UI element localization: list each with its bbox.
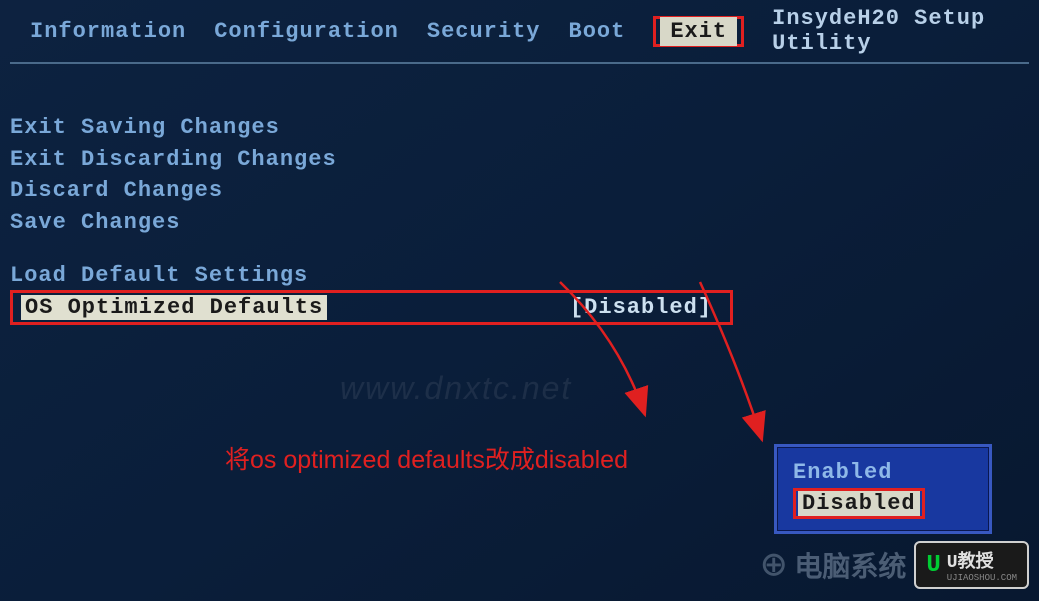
value-popup: Enabled Disabled bbox=[774, 444, 992, 534]
menu-information[interactable]: Information bbox=[30, 19, 186, 44]
content-panel: Exit Saving Changes Exit Discarding Chan… bbox=[0, 72, 1039, 335]
option-exit-discarding[interactable]: Exit Discarding Changes bbox=[10, 144, 1029, 176]
menu-bar: Information Configuration Security Boot … bbox=[0, 0, 1039, 62]
annotation-text: 将os optimized defaults改成disabled bbox=[225, 440, 628, 476]
option-load-defaults[interactable]: Load Default Settings bbox=[10, 260, 1029, 292]
annotation-highlight-exit: Exit bbox=[653, 16, 744, 47]
logo-circle-icon: ⊕ bbox=[761, 539, 786, 591]
menu-boot[interactable]: Boot bbox=[569, 19, 626, 44]
divider bbox=[10, 62, 1029, 64]
popup-option-disabled[interactable]: Disabled bbox=[798, 491, 920, 516]
option-save-changes[interactable]: Save Changes bbox=[10, 207, 1029, 239]
menu-exit[interactable]: Exit bbox=[660, 17, 737, 46]
annotation-highlight-disabled: Disabled bbox=[793, 488, 925, 519]
os-optimized-defaults-label[interactable]: OS Optimized Defaults bbox=[21, 295, 327, 320]
annotation-highlight-os-defaults: OS Optimized Defaults [Disabled] bbox=[10, 290, 733, 325]
logo-badge: U U教授 UJIAOSHOU.COM bbox=[914, 541, 1029, 589]
watermark: www.dnxtc.net bbox=[340, 370, 572, 407]
menu-configuration[interactable]: Configuration bbox=[214, 19, 399, 44]
logo-name: U教授 bbox=[947, 553, 994, 573]
logo-area: ⊕ 电脑系统 U U教授 UJIAOSHOU.COM bbox=[761, 539, 1029, 591]
os-optimized-defaults-value[interactable]: [Disabled] bbox=[570, 295, 712, 320]
menu-security[interactable]: Security bbox=[427, 19, 541, 44]
utility-title: InsydeH20 Setup Utility bbox=[772, 6, 1009, 56]
popup-option-enabled[interactable]: Enabled bbox=[793, 459, 973, 486]
logo-u-icon: U bbox=[926, 552, 940, 579]
option-exit-saving[interactable]: Exit Saving Changes bbox=[10, 112, 1029, 144]
logo-chinese-text: 电脑系统 bbox=[794, 545, 906, 585]
logo-url: UJIAOSHOU.COM bbox=[947, 573, 1017, 583]
option-discard-changes[interactable]: Discard Changes bbox=[10, 175, 1029, 207]
bios-setup-screen: Information Configuration Security Boot … bbox=[0, 0, 1039, 601]
